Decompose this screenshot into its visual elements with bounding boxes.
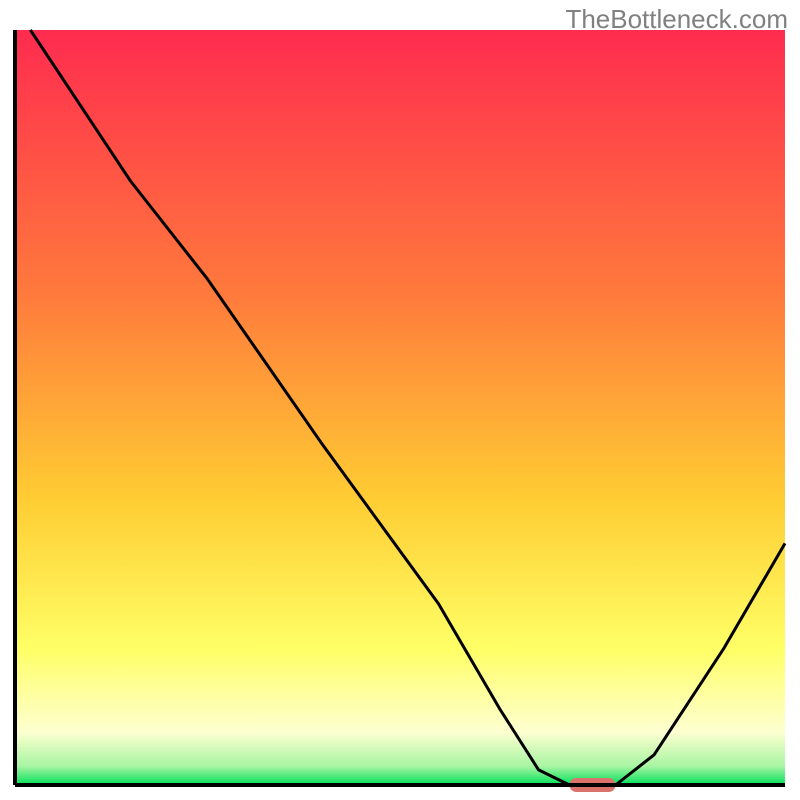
bottleneck-chart [0,0,800,800]
chart-container: TheBottleneck.com [0,0,800,800]
watermark-text: TheBottleneck.com [565,4,788,35]
gradient-background [15,30,785,785]
